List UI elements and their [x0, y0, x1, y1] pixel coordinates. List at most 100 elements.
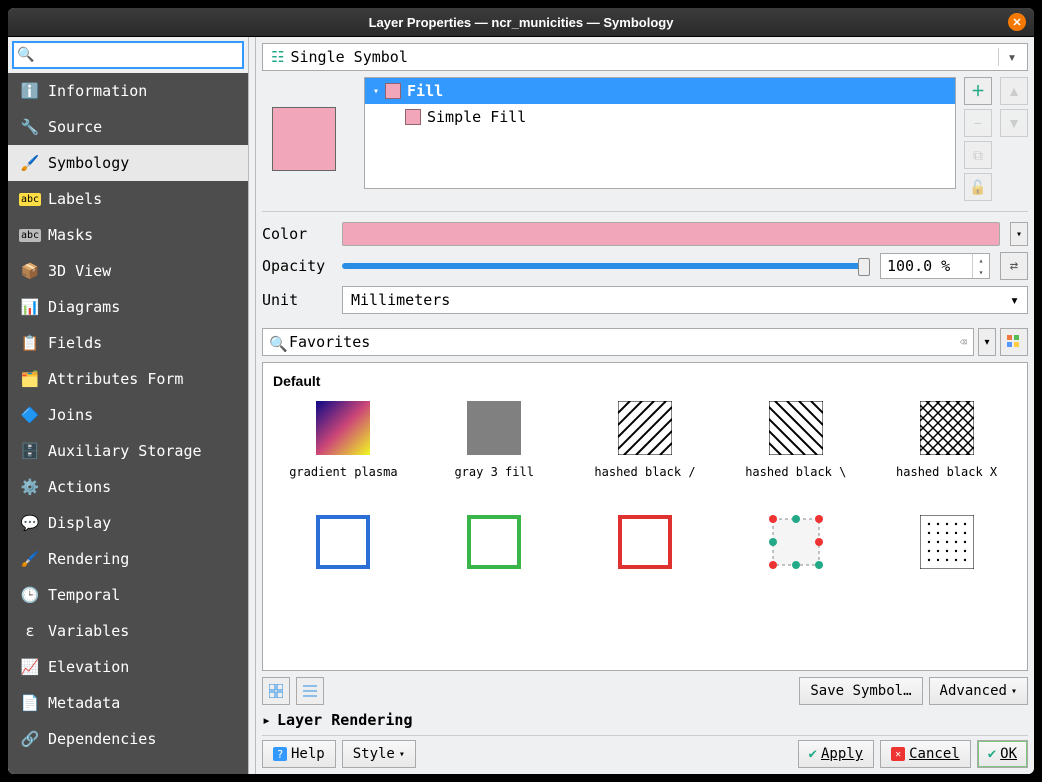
- symbol-swatch[interactable]: [424, 515, 565, 609]
- sidebar-item-label: Auxiliary Storage: [48, 442, 202, 460]
- render-icon: 🖌️: [20, 549, 40, 569]
- tip-icon: 💬: [20, 513, 40, 533]
- style-manager-button[interactable]: [1000, 328, 1028, 356]
- remove-layer-button[interactable]: −: [964, 109, 992, 137]
- search-icon: 🔍: [17, 46, 34, 63]
- symbol-layer-tree[interactable]: ▾ Fill Simple Fill: [364, 77, 956, 189]
- symbol-swatch[interactable]: [876, 515, 1017, 609]
- symbol-swatch[interactable]: gradient plasma: [273, 401, 414, 495]
- tree-item-simple-fill[interactable]: Simple Fill: [365, 104, 955, 130]
- sidebar-item-label: Information: [48, 82, 147, 100]
- data-defined-button[interactable]: ⇄: [1000, 252, 1028, 280]
- sidebar-item-label: Actions: [48, 478, 111, 496]
- sidebar-item-label: Masks: [48, 226, 93, 244]
- fill-swatch-icon: [385, 83, 401, 99]
- swatch-preview: [618, 515, 672, 569]
- sidebar-item-label: Diagrams: [48, 298, 120, 316]
- check-icon: ✔: [809, 746, 817, 762]
- filter-menu-button[interactable]: ▾: [978, 328, 996, 356]
- tree-item-fill[interactable]: ▾ Fill: [365, 78, 955, 104]
- ok-button[interactable]: ✔OK: [977, 740, 1028, 768]
- symbol-swatch[interactable]: hashed black /: [575, 401, 716, 495]
- sidebar-item-fields[interactable]: 📋Fields: [8, 325, 248, 361]
- symbol-swatch[interactable]: [575, 515, 716, 609]
- sidebar-item-joins[interactable]: 🔷Joins: [8, 397, 248, 433]
- list-view-button[interactable]: [296, 677, 324, 705]
- help-icon: ?: [273, 747, 287, 761]
- opacity-slider[interactable]: [342, 263, 870, 269]
- close-button[interactable]: ✕: [1008, 13, 1026, 31]
- wrench-icon: 🔧: [20, 117, 40, 137]
- layer-rendering-label: Layer Rendering: [277, 711, 412, 729]
- color-menu-button[interactable]: ▾: [1010, 222, 1028, 246]
- sidebar-item-rendering[interactable]: 🖌️Rendering: [8, 541, 248, 577]
- tree-child-label: Simple Fill: [427, 108, 526, 126]
- swatch-preview: [920, 515, 974, 569]
- symbol-filter-input[interactable]: 🔍 Favorites ⌫: [262, 328, 974, 356]
- clear-filter-icon[interactable]: ⌫: [960, 335, 967, 349]
- sidebar-item-label: Temporal: [48, 586, 120, 604]
- color-label: Color: [262, 225, 332, 243]
- symbol-swatch[interactable]: hashed black \: [725, 401, 866, 495]
- var-icon: ε: [20, 621, 40, 641]
- style-button[interactable]: Style ▾: [342, 740, 416, 768]
- apply-button[interactable]: ✔Apply: [798, 740, 875, 768]
- clock-icon: 🕒: [20, 585, 40, 605]
- sidebar-item-variables[interactable]: εVariables: [8, 613, 248, 649]
- sidebar-item-source[interactable]: 🔧 Source: [8, 109, 248, 145]
- symbol-swatch[interactable]: hashed black X: [876, 401, 1017, 495]
- move-up-button[interactable]: ▲: [1000, 77, 1028, 105]
- symbol-type-dropdown[interactable]: ☷ Single Symbol ▾: [262, 43, 1028, 71]
- sidebar-item-label: Source: [48, 118, 102, 136]
- sidebar-item-masks[interactable]: abc Masks: [8, 217, 248, 253]
- sidebar-item-attributes-form[interactable]: 🗂️Attributes Form: [8, 361, 248, 397]
- symbol-swatch[interactable]: [725, 515, 866, 609]
- symbol-swatch[interactable]: [273, 515, 414, 609]
- duplicate-layer-button[interactable]: ⧉: [964, 141, 992, 169]
- sidebar-item-label: Metadata: [48, 694, 120, 712]
- opacity-spinbox[interactable]: 100.0 % ▴▾: [880, 253, 990, 279]
- sidebar-item-information[interactable]: ℹ️Information: [8, 73, 248, 109]
- abc-g-icon: abc: [20, 225, 40, 245]
- help-button[interactable]: ?Help: [262, 740, 336, 768]
- join-icon: 🔷: [20, 405, 40, 425]
- sidebar-item-symbology[interactable]: 🖌️Symbology: [8, 145, 248, 181]
- layer-rendering-toggle[interactable]: ▸ Layer Rendering: [262, 711, 1028, 729]
- move-down-button[interactable]: ▼: [1000, 109, 1028, 137]
- sidebar-item-3d-view[interactable]: 📦3D View: [8, 253, 248, 289]
- sidebar-item-actions[interactable]: ⚙️Actions: [8, 469, 248, 505]
- icon-view-button[interactable]: [262, 677, 290, 705]
- sidebar-item-auxiliary-storage[interactable]: 🗄️ Auxiliary Storage: [8, 433, 248, 469]
- swatch-preview: [467, 515, 521, 569]
- db-icon: 🗄️: [20, 441, 40, 461]
- sidebar-item-diagrams[interactable]: 📊Diagrams: [8, 289, 248, 325]
- opacity-value: 100.0 %: [887, 257, 950, 275]
- lock-layer-button[interactable]: 🔓: [964, 173, 992, 201]
- sidebar-item-elevation[interactable]: 📈Elevation: [8, 649, 248, 685]
- save-symbol-button[interactable]: Save Symbol…: [799, 677, 922, 705]
- sidebar-search-input[interactable]: [12, 41, 244, 69]
- unit-label: Unit: [262, 291, 332, 309]
- sidebar-item-dependencies[interactable]: 🔗 Dependencies: [8, 721, 248, 757]
- check-icon: ✔: [988, 746, 996, 762]
- symbol-swatch[interactable]: gray 3 fill: [424, 401, 565, 495]
- color-picker[interactable]: [342, 222, 1000, 246]
- splitter[interactable]: [248, 37, 256, 774]
- cancel-button[interactable]: ✕Cancel: [880, 740, 971, 768]
- meta-icon: 📄: [20, 693, 40, 713]
- sidebar-item-temporal[interactable]: 🕒 Temporal: [8, 577, 248, 613]
- swatch-label: hashed black X: [896, 465, 997, 495]
- swatch-label: gradient plasma: [289, 465, 397, 495]
- add-layer-button[interactable]: ＋: [964, 77, 992, 105]
- sidebar-item-label: Dependencies: [48, 730, 156, 748]
- sidebar-item-labels[interactable]: abcLabels: [8, 181, 248, 217]
- dep-icon: 🔗: [20, 729, 40, 749]
- cube-icon: 📦: [20, 261, 40, 281]
- advanced-button[interactable]: Advanced ▾: [929, 677, 1028, 705]
- sidebar-item-display[interactable]: 💬Display: [8, 505, 248, 541]
- sidebar-item-metadata[interactable]: 📄 Metadata: [8, 685, 248, 721]
- swatch-preview: [769, 401, 823, 455]
- unit-dropdown[interactable]: Millimeters ▾: [342, 286, 1028, 314]
- sidebar: 🔍 ℹ️Information 🔧 Source 🖌️SymbologyabcLabe…: [8, 37, 248, 774]
- sidebar-item-label: Elevation: [48, 658, 129, 676]
